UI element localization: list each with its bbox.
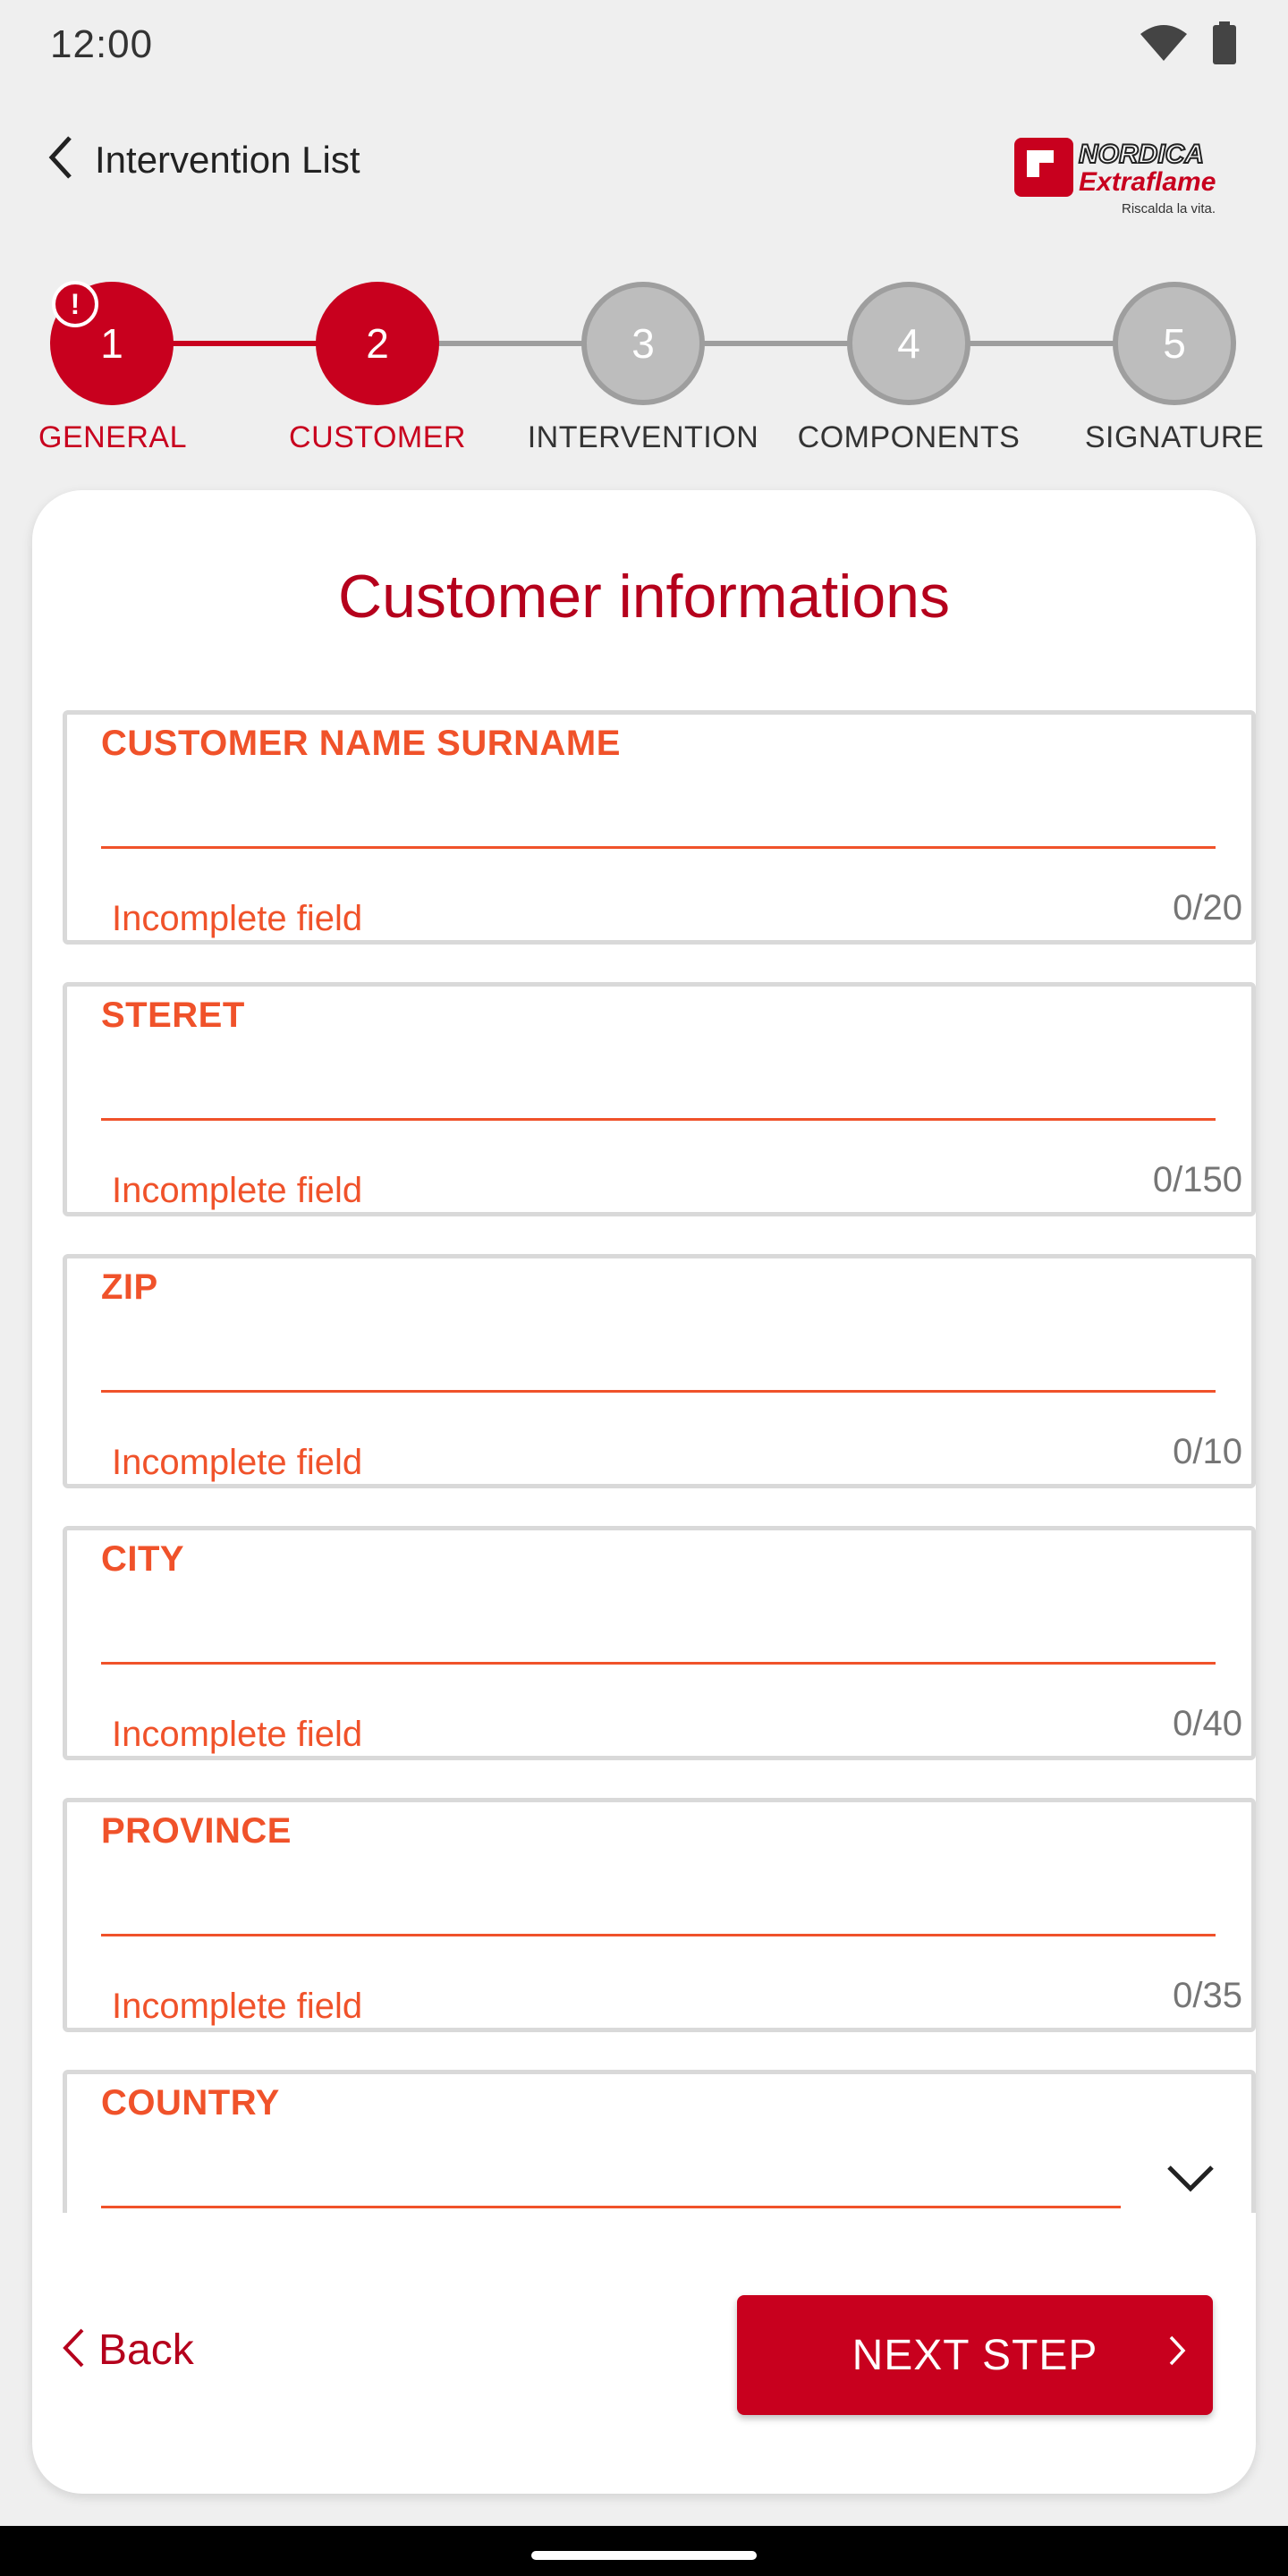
battery-icon — [1211, 21, 1238, 69]
progress-stepper: 1 ! GENERAL 2 CUSTOMER 3 INTERVENTION 4 … — [0, 279, 1288, 476]
home-indicator[interactable] — [531, 2551, 757, 2560]
step-4-circle[interactable]: 4 — [847, 282, 970, 405]
form-scroll-area[interactable]: CUSTOMER NAME SURNAME Incomplete field 0… — [63, 710, 1258, 2213]
field-label: CUSTOMER NAME SURNAME — [101, 724, 621, 763]
form-title: Customer informations — [337, 563, 951, 631]
step-number: 2 — [366, 320, 389, 367]
field-error-text: Incomplete field — [112, 1443, 363, 1482]
province-input[interactable] — [101, 1865, 1216, 1936]
field-label: ZIP — [101, 1267, 158, 1307]
city-input[interactable] — [101, 1593, 1216, 1665]
top-bar: Intervention List NORDICA Extraflame Ris… — [0, 116, 1288, 224]
step-3-label: INTERVENTION — [527, 420, 759, 454]
country-field: COUNTRY — [63, 2070, 1256, 2213]
status-bar: 12:00 — [0, 0, 1288, 89]
field-char-counter: 0/40 — [1173, 1704, 1242, 1743]
status-icons — [1140, 21, 1238, 69]
next-step-label: NEXT STEP — [852, 2331, 1098, 2379]
field-label: COUNTRY — [101, 2083, 280, 2123]
chevron-left-icon — [61, 2326, 86, 2374]
field-char-counter: 0/20 — [1173, 888, 1242, 928]
system-navigation-bar — [0, 2526, 1288, 2576]
brand-logo: NORDICA Extraflame Riscalda la vita. — [1011, 134, 1240, 220]
step-3-circle[interactable]: 3 — [581, 282, 705, 405]
customer-form-card: Customer informations CUSTOMER NAME SURN… — [32, 490, 1256, 2494]
svg-text:Riscalda la vita.: Riscalda la vita. — [1122, 201, 1216, 216]
country-dropdown[interactable] — [101, 2137, 1121, 2208]
city-field: CITY Incomplete field 0/40 — [63, 1526, 1256, 1760]
back-nav-label: Intervention List — [95, 138, 360, 181]
field-error-text: Incomplete field — [112, 1171, 363, 1210]
street-input[interactable] — [101, 1049, 1216, 1121]
chevron-right-icon — [1168, 2334, 1186, 2369]
province-field: PROVINCE Incomplete field 0/35 — [63, 1798, 1256, 2032]
field-char-counter: 0/10 — [1173, 1432, 1242, 1471]
error-icon: ! — [52, 281, 98, 327]
field-char-counter: 0/150 — [1152, 1160, 1242, 1199]
next-step-button[interactable]: NEXT STEP — [737, 2295, 1213, 2415]
step-2-label: CUSTOMER — [289, 420, 466, 454]
chevron-down-icon[interactable] — [1165, 2164, 1216, 2199]
field-label: CITY — [101, 1539, 185, 1579]
field-label: STERET — [101, 996, 245, 1035]
street-field: STERET Incomplete field 0/150 — [63, 982, 1256, 1216]
step-number: 3 — [631, 320, 655, 367]
field-label: PROVINCE — [101, 1811, 292, 1851]
customer-name-input[interactable] — [101, 777, 1216, 849]
step-number: 4 — [897, 320, 920, 367]
step-4-label: COMPONENTS — [797, 420, 1021, 454]
back-button[interactable]: Back — [61, 2326, 194, 2375]
step-5-label: SIGNATURE — [1084, 420, 1265, 454]
customer-name-field: CUSTOMER NAME SURNAME Incomplete field 0… — [63, 710, 1256, 945]
step-5-circle[interactable]: 5 — [1113, 282, 1236, 405]
svg-text:NORDICA: NORDICA — [1079, 140, 1204, 169]
intervention-list-back-link[interactable]: Intervention List — [47, 134, 360, 185]
status-time: 12:00 — [50, 22, 154, 66]
step-2-circle[interactable]: 2 — [316, 282, 439, 405]
zip-input[interactable] — [101, 1321, 1216, 1393]
field-char-counter: 0/35 — [1173, 1976, 1242, 2015]
back-button-label: Back — [98, 2326, 194, 2374]
wifi-icon — [1140, 23, 1188, 67]
field-error-text: Incomplete field — [112, 1715, 363, 1754]
field-error-text: Incomplete field — [112, 899, 363, 938]
zip-field: ZIP Incomplete field 0/10 — [63, 1254, 1256, 1488]
field-error-text: Incomplete field — [112, 1987, 363, 2026]
step-number: 5 — [1163, 320, 1186, 367]
step-number: 1 — [100, 320, 123, 367]
step-1-label: GENERAL — [38, 420, 187, 454]
chevron-left-icon — [47, 134, 75, 185]
svg-text:Extraflame: Extraflame — [1079, 167, 1216, 197]
